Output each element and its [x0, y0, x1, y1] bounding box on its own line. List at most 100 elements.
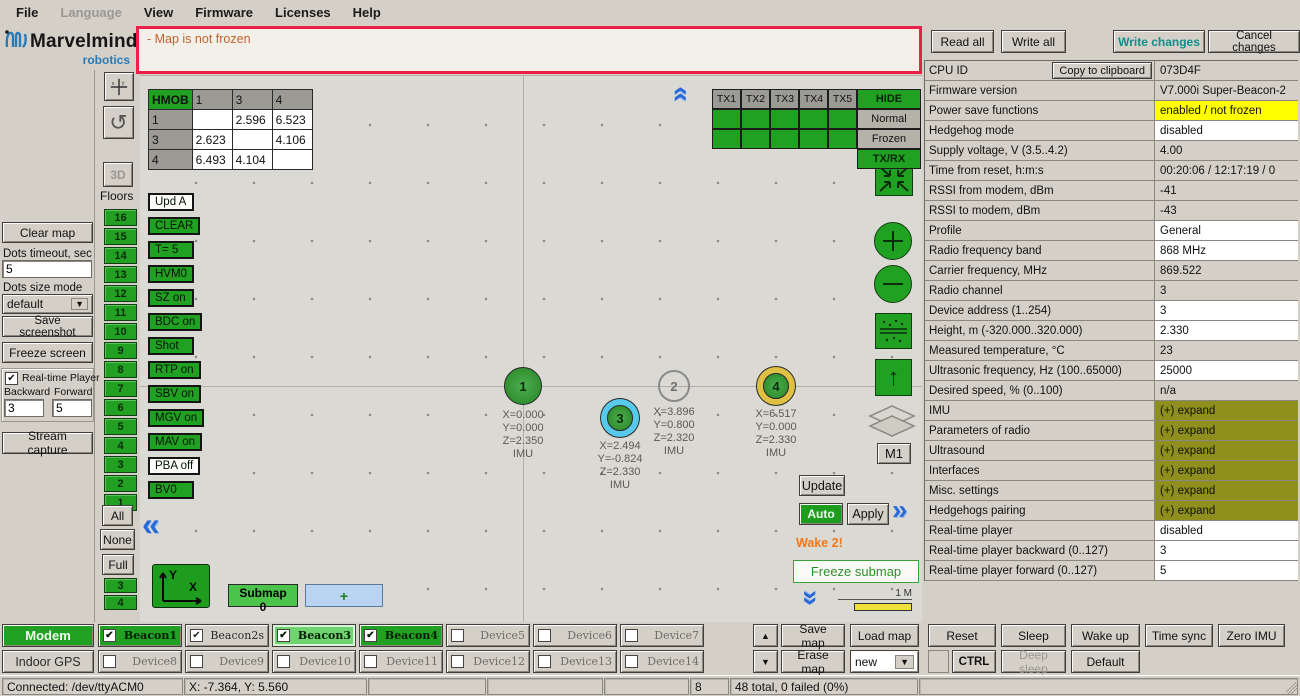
- device-cell-device9[interactable]: Device9: [185, 650, 269, 673]
- mode-button-rtp-on[interactable]: RTP on: [148, 361, 201, 379]
- freeze-submap-button[interactable]: Freeze submap: [793, 560, 919, 583]
- floor-button-16[interactable]: 16: [104, 209, 137, 226]
- device-cell-device8[interactable]: Device8: [98, 650, 182, 673]
- mode-button-sz-on[interactable]: SZ on: [148, 289, 194, 307]
- floor-button-8[interactable]: 8: [104, 361, 137, 378]
- map-name-select[interactable]: new ▼: [850, 650, 919, 673]
- beacon-2[interactable]: 2: [658, 370, 690, 402]
- mode-button-mav-on[interactable]: MAV on: [148, 433, 203, 451]
- tx-cell[interactable]: [741, 109, 770, 129]
- dots-display-icon[interactable]: [875, 313, 912, 349]
- floor-extra-button-3[interactable]: 3: [104, 578, 137, 593]
- layers-icon[interactable]: [868, 404, 916, 443]
- stream-capture-button[interactable]: Stream capture: [2, 429, 93, 457]
- submap-0-button[interactable]: Submap 0: [228, 584, 298, 614]
- beacon-1[interactable]: 1: [504, 367, 542, 405]
- param-value-real-time-player-forward-0-127-[interactable]: 5: [1155, 561, 1298, 580]
- device-cell-device12[interactable]: Device12: [446, 650, 530, 673]
- device-checkbox-device8[interactable]: [103, 655, 116, 668]
- device-cell-device11[interactable]: Device11: [359, 650, 443, 673]
- ctrl-button[interactable]: CTRL: [952, 650, 996, 673]
- tx-cell[interactable]: [712, 109, 741, 129]
- mode-button-bv0[interactable]: BV0: [148, 481, 194, 499]
- zoom-in-icon[interactable]: [874, 222, 912, 260]
- zero-imu-button[interactable]: Zero IMU: [1218, 624, 1285, 647]
- pan-left-icon[interactable]: «: [142, 508, 160, 540]
- device-cell-device14[interactable]: Device14: [620, 650, 704, 673]
- tx-normal-button[interactable]: Normal: [857, 109, 921, 129]
- floor-extra-button-4[interactable]: 4: [104, 595, 137, 610]
- sleep-button[interactable]: Sleep: [1001, 624, 1066, 647]
- mode-button-sbv-on[interactable]: SBV on: [148, 385, 201, 403]
- device-checkbox-device13[interactable]: [538, 655, 551, 668]
- update-button[interactable]: Update: [799, 475, 845, 496]
- tx-rx-button[interactable]: TX/RX: [857, 149, 921, 169]
- device-cell-beacon3[interactable]: ✔ Beacon3: [272, 624, 356, 647]
- add-submap-button[interactable]: +: [305, 584, 383, 607]
- rotate-view-button[interactable]: ↺: [103, 106, 134, 139]
- zoom-out-icon[interactable]: [874, 265, 912, 303]
- param-value-hedgehog-mode[interactable]: disabled: [1155, 121, 1298, 140]
- tx-cell[interactable]: [770, 109, 799, 129]
- copy-to-clipboard-button[interactable]: Copy to clipboard: [1052, 62, 1152, 79]
- dots-size-mode-select[interactable]: default ▼: [2, 294, 93, 314]
- pan-right-icon[interactable]: »: [892, 496, 908, 524]
- dots-timeout-input[interactable]: [2, 260, 92, 278]
- device-checkbox-beacon2s[interactable]: ✔: [190, 629, 203, 642]
- floor-button-4[interactable]: 4: [104, 437, 137, 454]
- device-checkbox-device10[interactable]: [277, 655, 290, 668]
- erase-map-button[interactable]: Erase map: [781, 648, 845, 676]
- floors-all-button[interactable]: All: [102, 505, 133, 526]
- device-checkbox-device9[interactable]: [190, 655, 203, 668]
- floor-button-6[interactable]: 6: [104, 399, 137, 416]
- device-cell-device6[interactable]: Device6: [533, 624, 617, 647]
- mode-button-pba-off[interactable]: PBA off: [148, 457, 201, 475]
- device-cell-beacon4[interactable]: ✔ Beacon4: [359, 624, 443, 647]
- device-cell-beacon1[interactable]: ✔ Beacon1: [98, 624, 182, 647]
- floor-button-14[interactable]: 14: [104, 247, 137, 264]
- param-value-interfaces[interactable]: (+) expand: [1155, 461, 1298, 480]
- pan-down-icon[interactable]: «: [792, 590, 823, 606]
- floor-button-13[interactable]: 13: [104, 266, 137, 283]
- param-value-profile[interactable]: General: [1155, 221, 1298, 240]
- m1-button[interactable]: M1: [877, 443, 911, 464]
- write-changes-button[interactable]: Write changes: [1113, 30, 1205, 53]
- floors-none-button[interactable]: None: [100, 529, 135, 550]
- mode-button-clear[interactable]: CLEAR: [148, 217, 201, 235]
- device-checkbox-device11[interactable]: [364, 655, 377, 668]
- pan-up-icon[interactable]: «: [667, 86, 698, 102]
- save-map-button[interactable]: Save map: [781, 622, 845, 650]
- param-value-hedgehogs-pairing[interactable]: (+) expand: [1155, 501, 1298, 520]
- mode-button-mgv-on[interactable]: MGV on: [148, 409, 205, 427]
- realtime-player-checkbox[interactable]: ✔: [5, 372, 18, 385]
- tx-cell[interactable]: [799, 109, 828, 129]
- forward-input[interactable]: [52, 399, 92, 417]
- beacon-4[interactable]: 4: [763, 373, 789, 399]
- device-cell-device5[interactable]: Device5: [446, 624, 530, 647]
- floor-button-3[interactable]: 3: [104, 456, 137, 473]
- menu-item-firmware[interactable]: Firmware: [185, 2, 263, 23]
- indoor-gps-button[interactable]: Indoor GPS: [2, 650, 94, 673]
- mode-button-shot[interactable]: Shot: [148, 337, 194, 355]
- load-map-button[interactable]: Load map: [850, 624, 919, 647]
- param-value-misc-settings[interactable]: (+) expand: [1155, 481, 1298, 500]
- modem-button[interactable]: Modem: [2, 624, 94, 647]
- floor-button-11[interactable]: 11: [104, 304, 137, 321]
- 3d-view-button[interactable]: 3D: [103, 162, 133, 187]
- menu-item-help[interactable]: Help: [343, 2, 391, 23]
- write-all-button[interactable]: Write all: [1001, 30, 1066, 53]
- default-button[interactable]: Default: [1071, 650, 1140, 673]
- param-value-height-m-320-000-320-000-[interactable]: 2.330: [1155, 321, 1298, 340]
- device-checkbox-device14[interactable]: [625, 655, 638, 668]
- tx-cell[interactable]: [828, 129, 857, 149]
- wake-up-button[interactable]: Wake up: [1071, 624, 1140, 647]
- clear-map-button[interactable]: Clear map: [2, 222, 93, 243]
- param-value-radio-frequency-band[interactable]: 868 MHz: [1155, 241, 1298, 260]
- freeze-screen-button[interactable]: Freeze screen: [2, 342, 93, 363]
- device-checkbox-beacon3[interactable]: ✔: [277, 629, 290, 642]
- mode-button-hvm0[interactable]: HVM0: [148, 265, 194, 283]
- mode-button-bdc-on[interactable]: BDC on: [148, 313, 203, 331]
- backward-input[interactable]: [4, 399, 44, 417]
- auto-button[interactable]: Auto: [799, 503, 843, 525]
- param-value-device-address-1-254-[interactable]: 3: [1155, 301, 1298, 320]
